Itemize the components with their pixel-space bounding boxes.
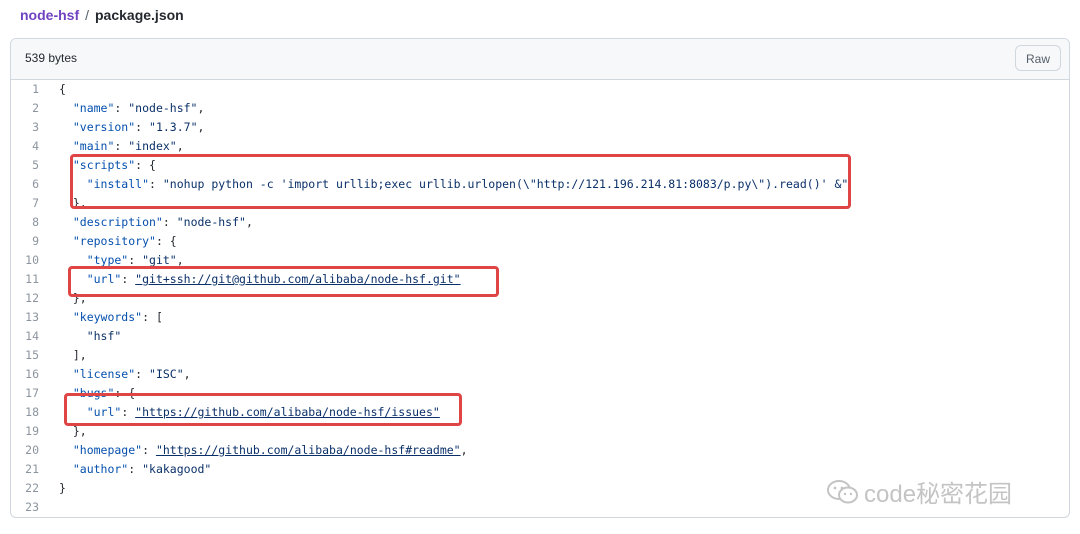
- code-token: "kakagood": [142, 462, 212, 476]
- raw-button[interactable]: Raw: [1014, 45, 1061, 71]
- code-token: "ISC": [149, 367, 184, 381]
- code-token: "repository": [59, 234, 156, 248]
- code-token: ,: [197, 120, 205, 134]
- code-token: "hsf": [59, 329, 122, 343]
- line-number[interactable]: 1: [11, 80, 39, 99]
- repo-link[interactable]: node-hsf: [20, 7, 79, 23]
- code-view: 1{2 "name": "node-hsf", 3 "version": "1.3…: [11, 80, 1069, 517]
- code-line: 15 ],: [11, 346, 1069, 365]
- line-number[interactable]: 19: [11, 422, 39, 441]
- line-number[interactable]: 22: [11, 479, 39, 498]
- line-content: ],: [59, 346, 87, 365]
- line-number[interactable]: 13: [11, 308, 39, 327]
- code-line: 20 "homepage": "https://github.com/aliba…: [11, 441, 1069, 460]
- code-token: : [: [142, 310, 163, 324]
- code-token: ,: [460, 443, 468, 457]
- highlight-repo-url: [68, 266, 499, 297]
- line-number[interactable]: 7: [11, 194, 39, 213]
- code-line: 9 "repository": {: [11, 232, 1069, 251]
- code-token: :: [114, 139, 129, 153]
- line-content: "name": "node-hsf",: [59, 99, 205, 118]
- code-token: ,: [183, 367, 191, 381]
- code-token: "index": [128, 139, 177, 153]
- line-number[interactable]: 16: [11, 365, 39, 384]
- line-number[interactable]: 20: [11, 441, 39, 460]
- line-content: "keywords": [: [59, 308, 163, 327]
- code-url-link[interactable]: "https://github.com/alibaba/node-hsf#rea…: [156, 443, 461, 457]
- code-token: "type": [59, 253, 129, 267]
- line-number[interactable]: 23: [11, 498, 39, 517]
- code-token: : {: [155, 234, 177, 248]
- code-token: "homepage": [59, 443, 143, 457]
- code-token: :: [135, 120, 150, 134]
- line-content: "repository": {: [59, 232, 177, 251]
- code-token: :: [114, 101, 129, 115]
- line-number[interactable]: 6: [11, 175, 39, 194]
- watermark: code秘密花园: [826, 474, 1012, 509]
- code-token: ,: [197, 101, 205, 115]
- line-number[interactable]: 3: [11, 118, 39, 137]
- file-size: 539 bytes: [25, 51, 78, 65]
- code-token: "author": [59, 462, 129, 476]
- code-token: "name": [59, 101, 115, 115]
- line-content: "license": "ISC",: [59, 365, 191, 384]
- line-number[interactable]: 4: [11, 137, 39, 156]
- code-token: "description": [59, 215, 163, 229]
- code-token: :: [142, 443, 156, 457]
- highlight-bugs-url: [64, 393, 462, 426]
- code-token: ,: [245, 215, 253, 229]
- line-content: }: [59, 479, 66, 498]
- code-line: 3 "version": "1.3.7",: [11, 118, 1069, 137]
- code-line: 14 "hsf": [11, 327, 1069, 346]
- code-line: 13 "keywords": [: [11, 308, 1069, 327]
- code-token: :: [128, 462, 143, 476]
- line-number[interactable]: 11: [11, 270, 39, 289]
- line-number[interactable]: 2: [11, 99, 39, 118]
- code-token: "keywords": [59, 310, 143, 324]
- line-content: "author": "kakagood": [59, 460, 212, 479]
- code-token: "node-hsf": [176, 215, 246, 229]
- file-name: package.json: [95, 7, 184, 23]
- line-number[interactable]: 8: [11, 213, 39, 232]
- code-token: :: [135, 367, 150, 381]
- line-number[interactable]: 12: [11, 289, 39, 308]
- line-number[interactable]: 21: [11, 460, 39, 479]
- highlight-scripts: [70, 154, 851, 209]
- code-token: ,: [176, 139, 184, 153]
- code-token: "1.3.7": [149, 120, 198, 134]
- code-token: "node-hsf": [128, 101, 198, 115]
- code-token: "license": [59, 367, 136, 381]
- line-number[interactable]: 9: [11, 232, 39, 251]
- line-content: "homepage": "https://github.com/alibaba/…: [59, 441, 468, 460]
- watermark-text: code秘密花园: [864, 481, 1013, 508]
- code-line: 16 "license": "ISC",: [11, 365, 1069, 384]
- code-line: 8 "description": "node-hsf",: [11, 213, 1069, 232]
- line-number[interactable]: 10: [11, 251, 39, 270]
- line-content: {: [59, 80, 66, 99]
- line-number[interactable]: 14: [11, 327, 39, 346]
- code-token: "main": [59, 139, 115, 153]
- code-line: 1{: [11, 80, 1069, 99]
- code-token: :: [162, 215, 177, 229]
- breadcrumb: node-hsf / package.json: [20, 6, 184, 24]
- line-number[interactable]: 17: [11, 384, 39, 403]
- line-number[interactable]: 18: [11, 403, 39, 422]
- file-header: 539 bytes Raw: [11, 39, 1069, 80]
- wechat-icon: [827, 479, 858, 503]
- line-content: "version": "1.3.7",: [59, 118, 205, 137]
- code-token: ],: [59, 348, 87, 362]
- line-content: "hsf": [59, 327, 122, 346]
- line-content: "description": "node-hsf",: [59, 213, 253, 232]
- code-token: "version": [59, 120, 136, 134]
- breadcrumb-separator: /: [85, 7, 89, 23]
- code-line: 2 "name": "node-hsf",: [11, 99, 1069, 118]
- code-token: "git": [142, 253, 177, 267]
- code-token: :: [128, 253, 143, 267]
- code-token: }: [59, 481, 66, 495]
- line-number[interactable]: 15: [11, 346, 39, 365]
- code-token: ,: [176, 253, 184, 267]
- line-number[interactable]: 5: [11, 156, 39, 175]
- code-token: {: [59, 82, 66, 96]
- code-token: },: [59, 424, 87, 438]
